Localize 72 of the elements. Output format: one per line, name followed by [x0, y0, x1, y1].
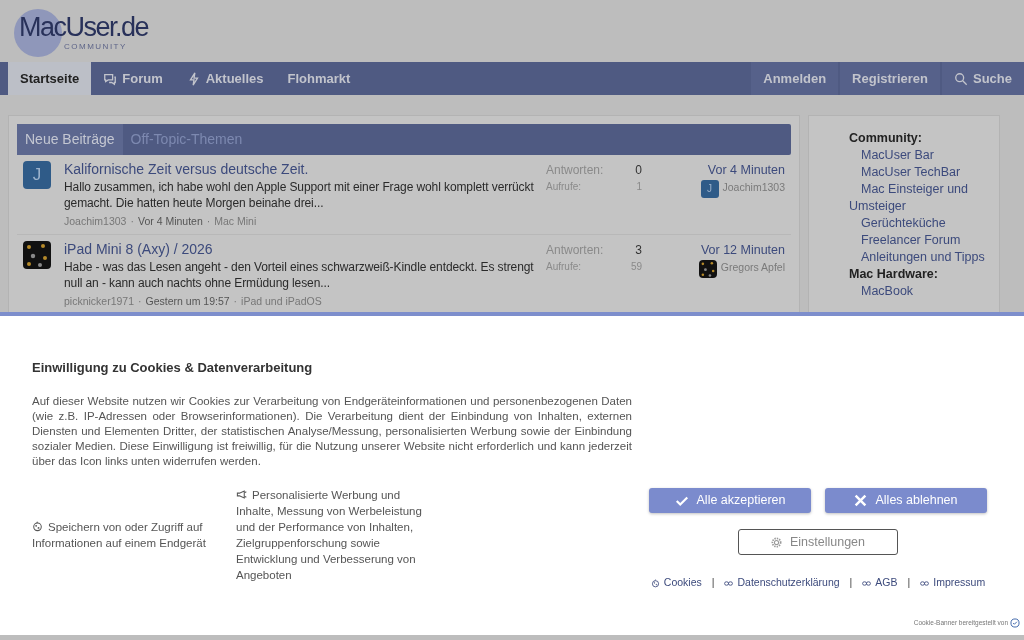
- logo-subtitle: COMMUNITY: [64, 43, 127, 51]
- thread-excerpt: Hallo zusammen, ich habe wohl den Apple Support mit einer Frage wohl komplett verrückt gemacht. Die hatten heute Morgen beinahe drei...: [64, 179, 535, 211]
- post-time: Vor 4 Minuten: [137, 215, 203, 227]
- cookie-icon: [32, 520, 43, 532]
- replies-label: Antworten:: [546, 162, 604, 179]
- meta-separator: ·: [206, 215, 211, 227]
- link-separator: |: [907, 575, 911, 591]
- sidebar-link[interactable]: MacBook: [849, 283, 989, 300]
- avatar[interactable]: J: [23, 161, 51, 189]
- cookie-icon: [650, 578, 660, 588]
- accept-button[interactable]: Alle akzeptieren: [649, 488, 811, 514]
- link-icon: [724, 578, 734, 588]
- footer-link[interactable]: Impressum: [920, 575, 986, 591]
- sidebar-heading: Mac Hardware:: [849, 266, 939, 283]
- forum-link[interactable]: iPad und iPadOS: [241, 294, 322, 307]
- sidebar-link[interactable]: Gerüchteküche: [849, 215, 989, 232]
- banner-text: Auf dieser Website nutzen wir Cookies zur Verarbeitung von Endgeräteinformationen und personenbezogenen Daten (wie z.B. IP-Adressen oder Browserinformationen). Die Verarbeitung dient der Einbindung von Inhalten, externen Diensten und Elementen Dritter, der statistischen Analyse/Messung, personalisierten Werbung sowie der Einbindung sozialer Medien. Diese Einwilligung ist freiwillig, für die Nutzung unserer Website nicht erforderlich und kann jederzeit über das Icon links unten widerrufen werden.: [32, 393, 632, 469]
- meta-separator: ·: [233, 294, 238, 307]
- purpose-text: Personalisierte Werbung und Inhalte, Messung von Werbeleistung und der Performance von Inhalten, Zielgruppenforschung sowie Entwicklung und Verbesserung von Angeboten: [236, 487, 423, 583]
- last-poster[interactable]: Gregors Apfel: [720, 259, 785, 278]
- nav-button[interactable]: Suche: [942, 62, 1024, 95]
- thread-title[interactable]: iPad Mini 8 (Axy) / 2026: [64, 240, 538, 258]
- megaphone-icon: [236, 488, 247, 500]
- search-icon: [954, 71, 968, 86]
- link-icon: [920, 578, 930, 588]
- link-separator: |: [849, 575, 853, 591]
- post-time: Gestern um 19:57: [145, 294, 230, 307]
- sidebar-link[interactable]: Mac Einsteiger und Umsteiger: [849, 181, 989, 215]
- tab[interactable]: Neue Beiträge: [17, 124, 123, 155]
- footer-link[interactable]: Datenschutzerklärung: [724, 575, 840, 591]
- logo-text[interactable]: MacUser.de: [19, 14, 149, 41]
- reject-button[interactable]: Alles ablehnen: [825, 488, 987, 514]
- bolt-icon: [186, 71, 201, 86]
- replies-count: 3: [635, 241, 642, 259]
- settings-icon: [770, 536, 782, 548]
- thread-excerpt: Habe - was das Lesen angeht - den Vorteil eines schwarzweiß-Kindle entdeckt. Es strengt null an - kann auch nachts ohne Ermüdung lesen...: [64, 258, 535, 291]
- close-icon: [854, 494, 868, 508]
- sidebar-link[interactable]: Anleitungen und Tipps: [849, 249, 989, 266]
- sidebar-heading: Community:: [849, 130, 923, 147]
- nav-tab[interactable]: Startseite: [8, 62, 92, 95]
- chat-icon: [103, 71, 118, 86]
- last-post-time[interactable]: Vor 12 Minuten: [642, 240, 785, 260]
- avatar[interactable]: J: [700, 179, 719, 198]
- views-label: Aufrufe:: [546, 180, 582, 194]
- purpose-text: Speichern von oder Zugriff auf Informationen auf einem Endgerät: [32, 519, 207, 551]
- last-poster[interactable]: Joachim1303: [722, 179, 785, 198]
- forum-link[interactable]: Mac Mini: [214, 215, 257, 227]
- footer-link[interactable]: AGB: [862, 575, 898, 591]
- banner-title: Einwilligung zu Cookies & Datenverarbeitung: [32, 359, 314, 377]
- nav-tab[interactable]: Flohmarkt: [275, 62, 363, 95]
- replies-label: Antworten:: [546, 241, 604, 259]
- author-link[interactable]: picknicker1971: [64, 294, 135, 307]
- thread-title[interactable]: Kalifornische Zeit versus deutsche Zeit.: [64, 161, 538, 178]
- settings-button[interactable]: Einstellungen: [738, 529, 898, 556]
- views-label: Aufrufe:: [546, 259, 582, 274]
- nav-button[interactable]: Anmelden: [751, 62, 839, 95]
- nav-tab[interactable]: Forum: [91, 62, 175, 95]
- last-post-time[interactable]: Vor 4 Minuten: [642, 161, 785, 180]
- replies-count: 0: [635, 162, 642, 179]
- link-separator: |: [711, 575, 715, 591]
- meta-separator: ·: [138, 294, 142, 307]
- sidebar-link[interactable]: MacUser TechBar: [849, 164, 989, 181]
- nav-tab[interactable]: Aktuelles: [174, 62, 276, 95]
- views-count: 1: [636, 180, 642, 194]
- sidebar-link[interactable]: Freelancer Forum: [849, 232, 989, 249]
- footer-link[interactable]: Cookies: [650, 575, 702, 591]
- shield-check-icon: [1010, 618, 1020, 628]
- link-icon: [862, 578, 872, 588]
- meta-separator: ·: [130, 215, 134, 227]
- author-link[interactable]: Joachim1303: [64, 215, 127, 227]
- sidebar-link[interactable]: MacUser Bar: [849, 147, 989, 164]
- nav-button[interactable]: Registrieren: [840, 62, 940, 95]
